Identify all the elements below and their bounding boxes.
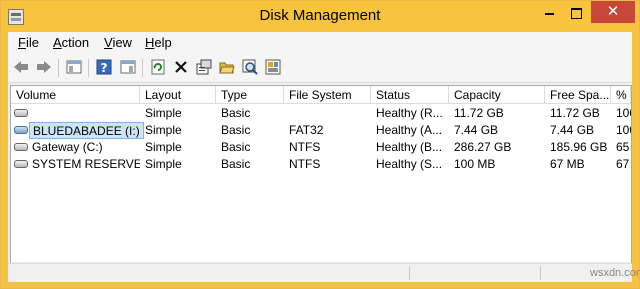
- cell-free-space: 7.44 GB: [550, 123, 595, 137]
- menu-action[interactable]: Action: [53, 35, 89, 50]
- cell-status: Healthy (R...: [376, 106, 443, 120]
- back-arrow-icon[interactable]: [12, 58, 30, 76]
- cell-layout: Simple: [145, 157, 182, 171]
- cell-capacity: 286.27 GB: [454, 140, 512, 154]
- cell-file-system: NTFS: [289, 140, 321, 154]
- cell-capacity: 7.44 GB: [454, 123, 499, 137]
- client-area: File Action View Help ? Volume Layout Ty…: [8, 32, 632, 282]
- menu-file[interactable]: File: [18, 35, 39, 50]
- toolbar-separator: [88, 59, 89, 77]
- cell-layout: Simple: [145, 140, 182, 154]
- column-header-capacity[interactable]: Capacity: [449, 86, 545, 104]
- column-header-type[interactable]: Type: [216, 86, 284, 104]
- table-row[interactable]: SYSTEM RESERVED Simple Basic NTFS Health…: [11, 156, 631, 173]
- svg-text:?: ?: [101, 61, 108, 75]
- forward-arrow-icon[interactable]: [35, 58, 53, 76]
- cell-layout: Simple: [145, 123, 182, 137]
- explore-icon[interactable]: [241, 58, 259, 76]
- open-folder-icon[interactable]: [218, 58, 236, 76]
- column-header-percent-free[interactable]: % F: [611, 86, 631, 104]
- cell-type: Basic: [221, 123, 251, 137]
- cell-type: Basic: [221, 157, 251, 171]
- drive-icon: [14, 160, 28, 168]
- cell-status: Healthy (A...: [376, 123, 443, 137]
- column-header-file-system[interactable]: File System: [284, 86, 371, 104]
- menu-help[interactable]: Help: [145, 35, 172, 50]
- column-header-status[interactable]: Status: [371, 86, 449, 104]
- minimize-icon: [544, 13, 554, 16]
- cell-file-system: NTFS: [289, 157, 321, 171]
- properties-icon[interactable]: [195, 58, 213, 76]
- table-row[interactable]: Gateway (C:) Simple Basic NTFS Healthy (…: [11, 139, 631, 156]
- status-bar: [8, 263, 632, 282]
- volume-list[interactable]: Volume Layout Type File System Status Ca…: [10, 85, 632, 280]
- properties-pane-icon[interactable]: [119, 58, 137, 76]
- refresh-icon[interactable]: [149, 58, 167, 76]
- help-icon[interactable]: ?: [95, 58, 113, 76]
- console-tree-icon[interactable]: [65, 58, 83, 76]
- cell-volume: [32, 105, 140, 122]
- cell-free-space: 185.96 GB: [550, 140, 608, 154]
- column-header-volume[interactable]: Volume: [11, 86, 140, 104]
- cell-percent-free: 100: [616, 106, 631, 120]
- status-separator: [409, 266, 410, 280]
- cell-type: Basic: [221, 140, 251, 154]
- menu-bar: File Action View Help: [8, 32, 632, 54]
- cell-capacity: 11.72 GB: [454, 106, 504, 120]
- cell-volume: SYSTEM RESERVED: [32, 157, 140, 171]
- cell-percent-free: 67: [616, 157, 630, 171]
- delete-icon[interactable]: [172, 58, 190, 76]
- cell-volume: Gateway (C:): [32, 140, 103, 154]
- status-separator: [540, 266, 541, 280]
- rescan-disks-icon[interactable]: [264, 58, 282, 76]
- volume-icon: [14, 109, 28, 117]
- cell-type: Basic: [221, 106, 251, 120]
- column-header-free-space[interactable]: Free Spa...: [545, 86, 611, 104]
- table-row-selected[interactable]: BLUEDABADEE (I:) Simple Basic FAT32 Heal…: [11, 122, 631, 139]
- minimize-button[interactable]: [535, 1, 563, 23]
- toolbar-separator: [142, 59, 143, 77]
- drive-icon: [14, 143, 28, 151]
- cell-percent-free: 100: [616, 123, 631, 137]
- maximize-button[interactable]: [563, 1, 590, 23]
- toolbar: ?: [8, 54, 632, 83]
- maximize-icon: [571, 7, 582, 19]
- close-icon: ✕: [606, 3, 620, 20]
- cell-percent-free: 65: [616, 140, 630, 154]
- disk-management-window: Disk Management ✕ File Action View Help …: [0, 0, 640, 289]
- table-row[interactable]: Simple Basic Healthy (R... 11.72 GB 11.7…: [11, 105, 631, 122]
- title-bar[interactable]: Disk Management ✕: [1, 1, 639, 32]
- watermark: wsxdn.com: [590, 267, 640, 279]
- column-header-layout[interactable]: Layout: [140, 86, 216, 104]
- menu-view[interactable]: View: [104, 35, 132, 50]
- cell-status: Healthy (S...: [376, 157, 443, 171]
- removable-drive-icon: [14, 126, 28, 134]
- cell-layout: Simple: [145, 106, 182, 120]
- cell-capacity: 100 MB: [454, 157, 496, 171]
- cell-status: Healthy (B...: [376, 140, 443, 154]
- close-button[interactable]: ✕: [591, 1, 635, 23]
- cell-free-space: 11.72 GB: [550, 106, 600, 120]
- cell-volume: BLUEDABADEE (I:): [29, 122, 144, 139]
- cell-file-system: FAT32: [289, 123, 324, 137]
- toolbar-separator: [58, 59, 59, 77]
- cell-free-space: 67 MB: [550, 157, 585, 171]
